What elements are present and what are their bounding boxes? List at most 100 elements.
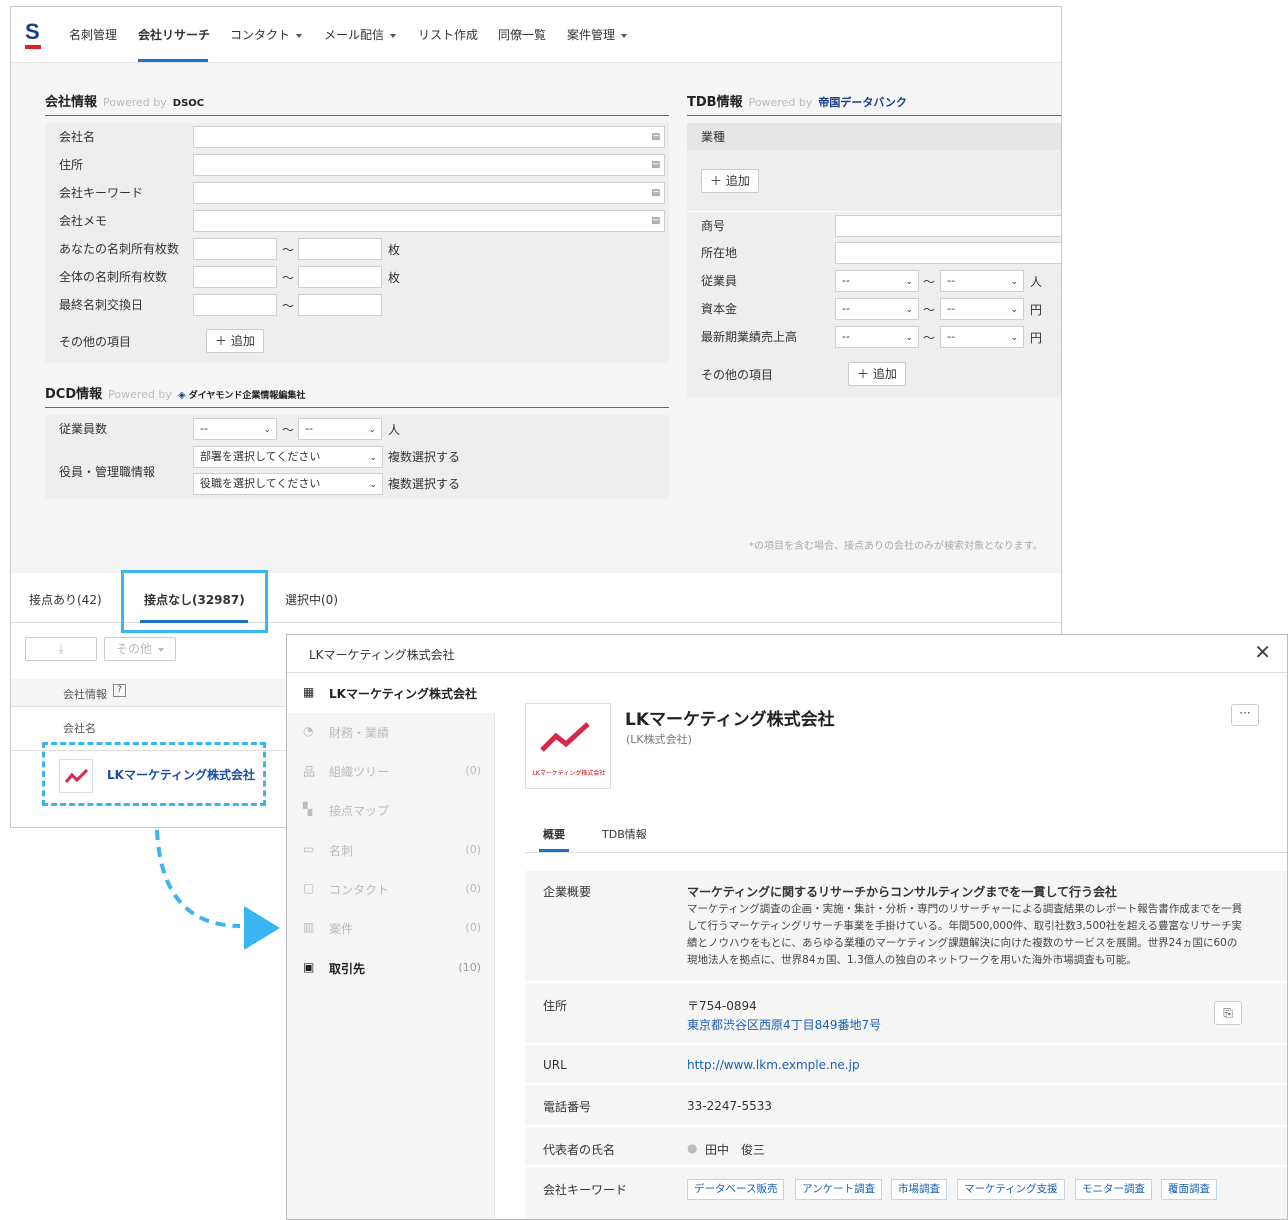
tab-active-indicator xyxy=(539,849,569,852)
add-field-button[interactable]: ＋ 追加 xyxy=(206,329,264,353)
sidebar-item-finance[interactable]: ◔ 財務・業績 xyxy=(287,712,495,752)
nav-card-management[interactable]: 名刺管理 xyxy=(69,26,117,43)
info-row-keywords: 会社キーワード データベース販売 アンケート調査 市場調査 マーケティング支援 … xyxy=(525,1167,1287,1219)
field-label: 業種 xyxy=(687,123,1061,150)
nav-deal-management[interactable]: 案件管理 xyxy=(567,26,628,43)
more-actions-button[interactable]: その他 xyxy=(104,637,176,661)
list-icon[interactable]: ▤ xyxy=(651,216,660,226)
company-name-link[interactable]: LKマーケティング株式会社 xyxy=(107,766,255,783)
tab-tdb-info[interactable]: TDB情報 xyxy=(602,826,647,842)
company-info-form: 会社名 ▤ 住所 ▤ 会社キーワード ▤ 会社メモ ▤ あなたの名刺所有枚数〜枚 全体の… xyxy=(45,123,669,363)
keyword-tag[interactable]: アンケート調査 xyxy=(795,1179,883,1200)
field-label: 商号 xyxy=(687,212,835,238)
info-row-overview: 企業概要 マーケティングに関するリサーチからコンサルティングまでを一貫して行う会… xyxy=(525,871,1287,983)
trade-name-input[interactable] xyxy=(835,215,1061,237)
add-industry-button[interactable]: ＋ 追加 xyxy=(701,169,759,193)
sidebar-item-deals[interactable]: ▥ 案件 (0) xyxy=(287,908,495,948)
nav-colleagues[interactable]: 同僚一覧 xyxy=(498,26,546,43)
location-input[interactable] xyxy=(835,242,1061,264)
multi-select-link[interactable]: 複数選択する xyxy=(388,448,460,465)
company-memo-input[interactable]: ▤ xyxy=(193,210,665,232)
pie-chart-icon: ◔ xyxy=(303,724,314,738)
overview-text: マーケティング調査の企画・実施・集計・分析・専門のリサーチャーによる調査結果のレ… xyxy=(687,903,1243,966)
address-link[interactable]: 東京都渋谷区西原4丁目849番地7号 xyxy=(687,1016,881,1033)
date-from-input[interactable] xyxy=(193,294,277,316)
sansan-logo[interactable]: S xyxy=(25,21,45,49)
keyword-tag[interactable]: モニター調査 xyxy=(1075,1179,1152,1200)
chevron-down-icon: ⌄ xyxy=(263,425,271,435)
field-label: あなたの名刺所有枚数 xyxy=(45,235,193,262)
range-from-input[interactable] xyxy=(193,266,277,288)
org-tree-icon: 品 xyxy=(303,765,316,779)
help-icon[interactable]: ? xyxy=(113,684,126,697)
capital-from-select[interactable]: -- ⌄ xyxy=(835,298,919,320)
close-icon[interactable]: ✕ xyxy=(1254,641,1271,663)
sidebar-item-company[interactable]: ▦ LKマーケティング株式会社 xyxy=(287,673,495,713)
tab-overview[interactable]: 概要 xyxy=(543,826,565,842)
keyword-tag[interactable]: マーケティング支援 xyxy=(957,1179,1065,1200)
sidebar-item-contact[interactable]: ▢ コンタクト (0) xyxy=(287,869,495,909)
role-select[interactable]: 役職を選択してください ⌄ xyxy=(193,473,383,495)
chevron-down-icon: ⌄ xyxy=(368,425,376,435)
range-to-input[interactable] xyxy=(298,238,382,260)
info-row-representative: 代表者の氏名 ● 田中 俊三 xyxy=(525,1127,1287,1167)
table-row[interactable]: LKマーケティング株式会社 xyxy=(42,742,266,806)
list-icon[interactable]: ▤ xyxy=(651,188,660,198)
chevron-down-icon: ⌄ xyxy=(905,277,913,287)
nav-mail-delivery[interactable]: メール配信 xyxy=(324,26,397,43)
department-select[interactable]: 部署を選択してください ⌄ xyxy=(193,446,383,468)
date-to-input[interactable] xyxy=(298,294,382,316)
keyword-tag[interactable]: データベース販売 xyxy=(687,1179,785,1200)
company-detail-modal: LKマーケティング株式会社 ✕ ▦ LKマーケティング株式会社 ◔ 財務・業績 品組… xyxy=(286,634,1288,1220)
field-label: 最新期業績売上高 xyxy=(687,323,835,350)
company-info-table: 企業概要 マーケティングに関するリサーチからコンサルティングまでを一貫して行う会… xyxy=(525,871,1287,1219)
keyword-tag[interactable]: 市場調査 xyxy=(891,1179,947,1200)
tdb-employee-to-select[interactable]: -- ⌄ xyxy=(940,270,1024,292)
card-icon: ▭ xyxy=(303,842,315,856)
add-field-button[interactable]: ＋ 追加 xyxy=(848,362,906,386)
capital-to-select[interactable]: -- ⌄ xyxy=(940,298,1024,320)
company-logo xyxy=(59,759,93,793)
employee-from-select[interactable]: -- ⌄ xyxy=(193,418,277,440)
field-label: 全体の名刺所有枚数 xyxy=(45,263,193,290)
employee-to-select[interactable]: -- ⌄ xyxy=(298,418,382,440)
search-note: *の項目を含む場合、接点ありの会社のみが検索対象となります。 xyxy=(749,541,1043,552)
info-row-phone: 電話番号 33-2247-5533 xyxy=(525,1085,1287,1127)
multi-select-link[interactable]: 複数選択する xyxy=(388,475,460,492)
tdb-employee-from-select[interactable]: -- ⌄ xyxy=(835,270,919,292)
sidebar-item-clients[interactable]: ▣ 取引先 (10) xyxy=(287,948,495,988)
nav-active-indicator xyxy=(138,59,208,62)
field-label: その他の項目 xyxy=(45,319,193,363)
sidebar-item-cards[interactable]: ▭ 名刺 (0) xyxy=(287,830,495,870)
range-from-input[interactable] xyxy=(193,238,277,260)
company-name-input[interactable]: ▤ xyxy=(193,126,665,148)
sales-to-select[interactable]: -- ⌄ xyxy=(940,326,1024,348)
result-tabs: 接点あり(42) 接点なし(32987) 選択中(0) xyxy=(11,570,1061,633)
modal-header: LKマーケティング株式会社 ✕ xyxy=(287,635,1287,673)
keyword-tag[interactable]: 覆面調査 xyxy=(1161,1179,1217,1200)
tab-selected[interactable]: 選択中(0) xyxy=(285,591,338,608)
list-icon[interactable]: ▤ xyxy=(651,132,660,142)
company-alias: (LK株式会社) xyxy=(626,733,692,746)
copy-icon[interactable]: ⎘ xyxy=(1214,1001,1242,1025)
modal-sidebar: ▦ LKマーケティング株式会社 ◔ 財務・業績 品組織ツリー (0) ▚ 接点マップ ▭… xyxy=(287,673,495,1219)
more-options-button[interactable]: ··· xyxy=(1231,704,1259,726)
tab-with-contact[interactable]: 接点あり(42) xyxy=(29,591,102,608)
address-input[interactable]: ▤ xyxy=(193,154,665,176)
list-icon[interactable]: ▤ xyxy=(651,160,660,170)
nav-contact[interactable]: コンタクト xyxy=(230,26,303,43)
arrow-connector xyxy=(155,829,280,950)
sales-from-select[interactable]: -- ⌄ xyxy=(835,326,919,348)
sidebar-item-contact-map[interactable]: ▚ 接点マップ xyxy=(287,790,495,830)
nav-company-research[interactable]: 会社リサーチ xyxy=(138,26,210,43)
tdb-info-title: TDB情報 Powered by 帝国データバンク xyxy=(687,95,907,110)
company-keyword-input[interactable]: ▤ xyxy=(193,182,665,204)
sidebar-item-org-tree[interactable]: 品組織ツリー (0) xyxy=(287,751,495,791)
divider xyxy=(525,852,1287,853)
url-link[interactable]: http://www.lkm.exmple.ne.jp xyxy=(687,1058,860,1072)
range-to-input[interactable] xyxy=(298,266,382,288)
download-button[interactable]: ⤓ xyxy=(25,637,97,661)
company-name: LKマーケティング株式会社 xyxy=(625,710,835,730)
nav-list-create[interactable]: リスト作成 xyxy=(418,26,478,43)
dcd-info-form: 従業員数 -- ⌄ 〜 -- ⌄ 人 役員・管理職情報 部署を選択してください ⌄ 複数選択する… xyxy=(45,415,669,499)
